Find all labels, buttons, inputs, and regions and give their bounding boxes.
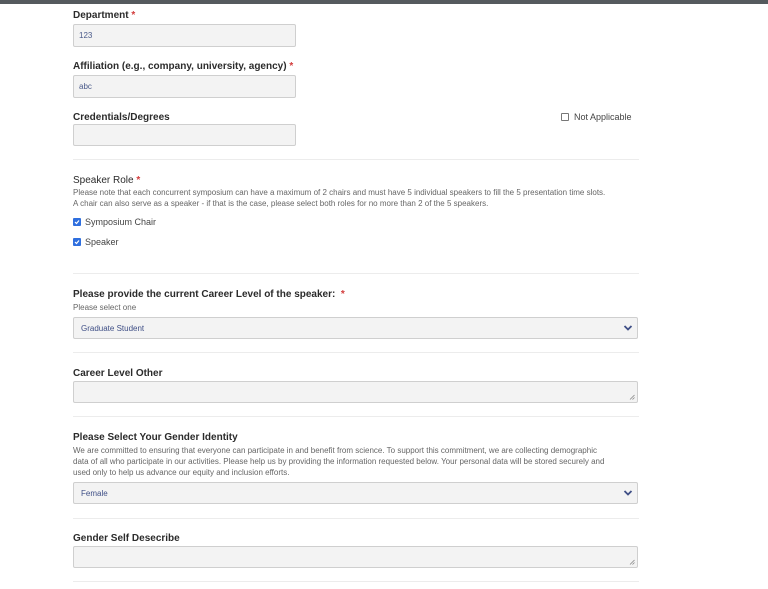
divider [73,159,639,160]
gender-identity-label: Please Select Your Gender Identity [73,432,238,443]
affiliation-field[interactable]: abc [73,75,296,98]
chevron-down-icon [623,325,633,331]
not-applicable-checkbox[interactable] [561,113,569,121]
not-applicable-label: Not Applicable [574,112,632,122]
required-mark: * [136,175,141,186]
symposium-chair-checkbox[interactable] [73,218,81,226]
checkmark-icon [74,220,80,225]
department-field[interactable]: 123 [73,24,296,47]
department-value: 123 [79,31,93,40]
speaker-checkbox[interactable] [73,238,81,246]
checkmark-icon [74,240,80,245]
career-level-other-label: Career Level Other [73,368,163,379]
gender-self-describe-label: Gender Self Desecribe [73,533,180,544]
chevron-down-icon [623,490,633,496]
gender-self-describe-textarea[interactable] [73,546,638,568]
speaker-role-label: Speaker Role * [73,175,141,186]
resize-grip-icon[interactable] [629,559,635,565]
gender-identity-selected: Female [81,488,108,498]
career-level-other-textarea[interactable] [73,381,638,403]
gender-identity-help-1: We are committed to ensuring that everyo… [73,446,597,455]
department-label: Department * [73,10,136,21]
affiliation-label: Affiliation (e.g., company, university, … [73,61,294,72]
divider [73,273,639,274]
credentials-label: Credentials/Degrees [73,112,170,123]
speaker-role-help-1: Please note that each concurrent symposi… [73,188,606,197]
credentials-field[interactable] [73,124,296,146]
gender-identity-select[interactable]: Female [73,482,638,504]
divider [73,416,639,417]
symposium-chair-label: Symposium Chair [85,217,157,227]
career-level-selected: Graduate Student [81,323,145,333]
divider [73,518,639,519]
affiliation-value: abc [79,82,92,91]
top-bar [0,0,768,4]
speaker-label: Speaker [85,237,119,247]
resize-grip-icon[interactable] [629,394,635,400]
divider [73,352,639,353]
divider [73,581,639,582]
gender-identity-help-3: used only to help us advance our equity … [73,468,290,477]
career-level-label: Please provide the current Career Level … [73,289,345,300]
career-level-select[interactable]: Graduate Student [73,317,638,339]
required-mark: * [289,61,294,72]
gender-identity-help-2: data of all who participate in our activ… [73,457,605,466]
career-level-help: Please select one [73,303,137,312]
speaker-role-help-2: A chair can also serve as a speaker - if… [73,199,489,208]
required-mark: * [340,289,345,300]
required-mark: * [131,10,136,21]
